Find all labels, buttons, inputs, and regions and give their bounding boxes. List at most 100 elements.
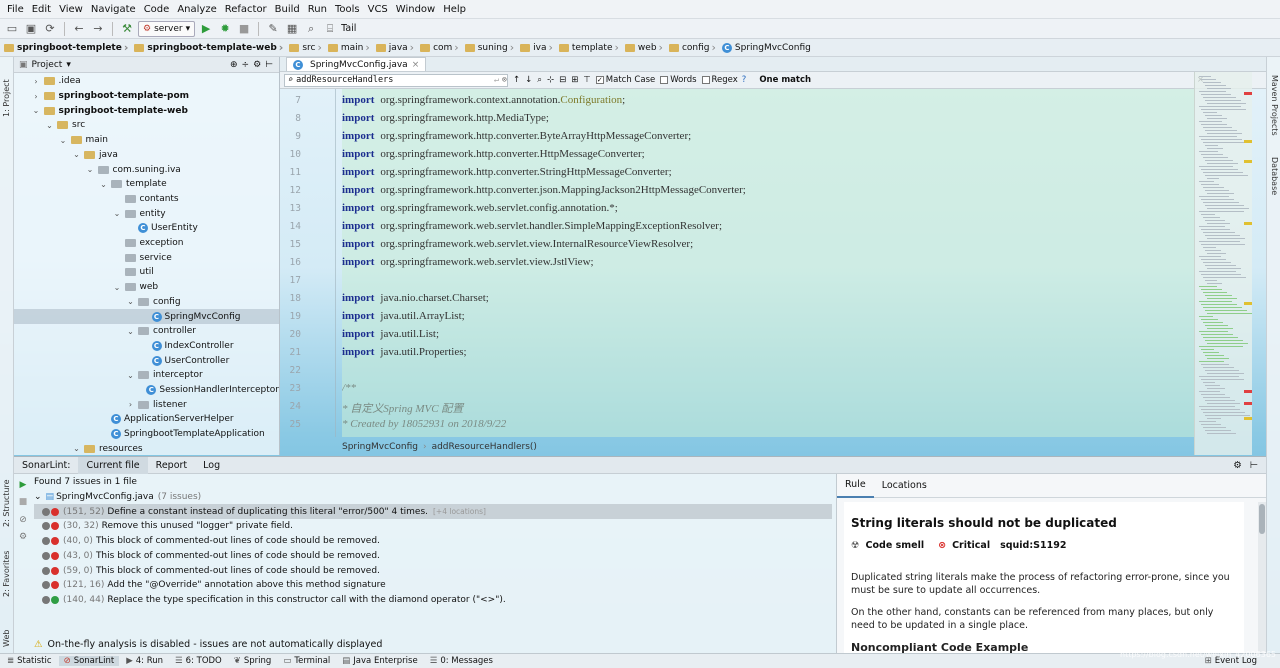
chevron-down-icon[interactable]: ⌄: [126, 297, 135, 306]
tab-log[interactable]: Log: [195, 457, 228, 474]
minimize-icon[interactable]: ⊢: [265, 60, 273, 70]
chevron-down-icon[interactable]: ⌄: [32, 106, 41, 115]
sync-icon[interactable]: ⟳: [42, 21, 58, 37]
build-hammer-icon[interactable]: ⚒: [119, 21, 135, 37]
clear-icon[interactable]: ⊗: [502, 75, 507, 85]
tree-node[interactable]: ⌄ template: [14, 177, 279, 192]
chevron-right-icon[interactable]: ›: [32, 92, 41, 101]
tree-node[interactable]: ⌄ controller: [14, 324, 279, 339]
tree-node[interactable]: ⌄ main: [14, 133, 279, 148]
issue-row[interactable]: (43, 0) This block of commented-out lines…: [34, 549, 832, 564]
tree-node[interactable]: C UserEntity: [14, 221, 279, 236]
tree-node[interactable]: C SessionHandlerInterceptor: [14, 383, 279, 398]
issue-row[interactable]: (151, 52) Define a constant instead of du…: [34, 504, 832, 520]
collapse-all-icon[interactable]: ÷: [242, 60, 250, 70]
breadcrumb-item[interactable]: springboot-template-web ›: [134, 41, 289, 54]
tree-node[interactable]: ⌄ interceptor: [14, 368, 279, 383]
rule-scrollbar[interactable]: [1258, 502, 1266, 652]
tool-window-structure[interactable]: 2: Structure: [2, 479, 11, 527]
run-config-select[interactable]: ⚙ server ▾: [138, 20, 196, 37]
regex-checkbox[interactable]: [701, 75, 710, 84]
error-stripe-marker[interactable]: [1244, 92, 1252, 95]
code-minimap[interactable]: [1194, 72, 1252, 455]
words-option[interactable]: Words: [660, 75, 697, 85]
select-all-occurrences-icon[interactable]: ⊞: [571, 75, 578, 85]
code-area[interactable]: import org.springframework.context.annota…: [342, 89, 1194, 437]
tool-button-java-enterprise[interactable]: ▤ Java Enterprise: [337, 656, 422, 666]
tree-node[interactable]: ⌄ src: [14, 118, 279, 133]
help-icon[interactable]: ?: [742, 75, 747, 85]
tree-node[interactable]: ⌄ resources: [14, 442, 279, 457]
error-stripe-marker[interactable]: [1244, 222, 1252, 225]
chevron-down-icon[interactable]: ⌄: [72, 150, 81, 159]
chevron-down-icon[interactable]: ⌄: [45, 121, 54, 130]
menu-item-edit[interactable]: Edit: [28, 0, 55, 19]
menu-item-vcs[interactable]: VCS: [364, 0, 392, 19]
remove-occurrence-icon[interactable]: ⊟: [559, 75, 566, 85]
add-occurrence-icon[interactable]: ⊹: [547, 75, 554, 85]
breadcrumb-item[interactable]: com ›: [420, 41, 465, 54]
tool-window-favorites[interactable]: 2: Favorites: [2, 551, 11, 597]
tree-node[interactable]: › listener: [14, 397, 279, 412]
menu-item-navigate[interactable]: Navigate: [87, 0, 140, 19]
error-stripe-marker[interactable]: [1244, 160, 1252, 163]
chevron-down-icon[interactable]: ▾: [66, 60, 71, 70]
analyze-run-icon[interactable]: ▶: [17, 479, 29, 491]
issue-row[interactable]: (140, 44) Replace the type specification …: [34, 593, 832, 608]
tab-locations[interactable]: Locations: [874, 475, 935, 497]
editor-breadcrumb-method[interactable]: addResourceHandlers(): [432, 442, 537, 452]
tree-node[interactable]: ⌄ com.suning.iva: [14, 162, 279, 177]
tree-node[interactable]: ⌄ java: [14, 148, 279, 163]
tool-button-spring[interactable]: ❦ Spring: [229, 656, 277, 666]
tree-node[interactable]: ⌄ entity: [14, 206, 279, 221]
tool-window-database[interactable]: Database: [1270, 157, 1279, 195]
tree-node[interactable]: › springboot-template-pom: [14, 89, 279, 104]
chevron-down-icon[interactable]: ⌄: [113, 209, 122, 218]
stop-analysis-icon[interactable]: ■: [17, 496, 29, 508]
find-all-icon[interactable]: ⌕: [537, 75, 542, 85]
error-stripe-marker[interactable]: [1244, 302, 1252, 305]
menu-item-tools[interactable]: Tools: [331, 0, 364, 19]
chevron-down-icon[interactable]: ⌄: [126, 327, 135, 336]
tree-node[interactable]: ⌄ config: [14, 295, 279, 310]
tree-node[interactable]: C SpringbootTemplateApplication: [14, 427, 279, 442]
tail-label[interactable]: Tail: [341, 23, 356, 34]
chevron-down-icon[interactable]: ⌄: [59, 136, 68, 145]
issue-row[interactable]: (59, 0) This block of commented-out lines…: [34, 563, 832, 578]
tool-button-4-run[interactable]: ▶ 4: Run: [121, 656, 168, 666]
tree-node[interactable]: › .idea: [14, 74, 279, 89]
project-panel-title[interactable]: Project: [32, 60, 63, 70]
tail-icon[interactable]: ⌸: [322, 21, 338, 37]
tab-rule[interactable]: Rule: [837, 474, 874, 498]
menu-item-refactor[interactable]: Refactor: [221, 0, 271, 19]
error-stripe-marker[interactable]: [1244, 402, 1252, 405]
tree-node[interactable]: ⌄ web: [14, 280, 279, 295]
breadcrumb-item[interactable]: config ›: [668, 41, 722, 54]
tool-button-sonarlint[interactable]: ⊘ SonarLint: [58, 656, 120, 666]
chevron-right-icon[interactable]: ›: [32, 77, 41, 86]
words-checkbox[interactable]: [660, 75, 669, 84]
search-everywhere-icon[interactable]: ⌕: [303, 21, 319, 37]
tree-node[interactable]: C ApplicationServerHelper: [14, 412, 279, 427]
settings-wrench-icon[interactable]: ✎: [265, 21, 281, 37]
menu-item-build[interactable]: Build: [271, 0, 304, 19]
tree-node[interactable]: ⌄ springboot-template-web: [14, 103, 279, 118]
tree-node[interactable]: C UserController: [14, 353, 279, 368]
next-occurrence-icon[interactable]: ↓: [525, 75, 532, 85]
back-icon[interactable]: ←: [71, 21, 87, 37]
tree-node[interactable]: util: [14, 265, 279, 280]
error-stripe-marker[interactable]: [1244, 417, 1252, 420]
tool-button-6-todo[interactable]: ☰ 6: TODO: [170, 656, 227, 666]
menu-item-code[interactable]: Code: [140, 0, 174, 19]
chevron-down-icon[interactable]: ⌄: [99, 180, 108, 189]
tree-node[interactable]: C IndexController: [14, 339, 279, 354]
structure-icon[interactable]: ▦: [284, 21, 300, 37]
settings-icon[interactable]: ⚙: [17, 531, 29, 543]
tool-window-web[interactable]: Web: [2, 630, 11, 647]
chevron-right-icon[interactable]: ›: [126, 400, 135, 409]
tree-node[interactable]: service: [14, 250, 279, 265]
breadcrumb-item[interactable]: C SpringMvcConfig: [721, 42, 814, 53]
stop-icon[interactable]: ■: [236, 21, 252, 37]
chevron-down-icon[interactable]: ⌄: [72, 444, 81, 453]
gear-icon[interactable]: ⚙: [1233, 460, 1242, 471]
